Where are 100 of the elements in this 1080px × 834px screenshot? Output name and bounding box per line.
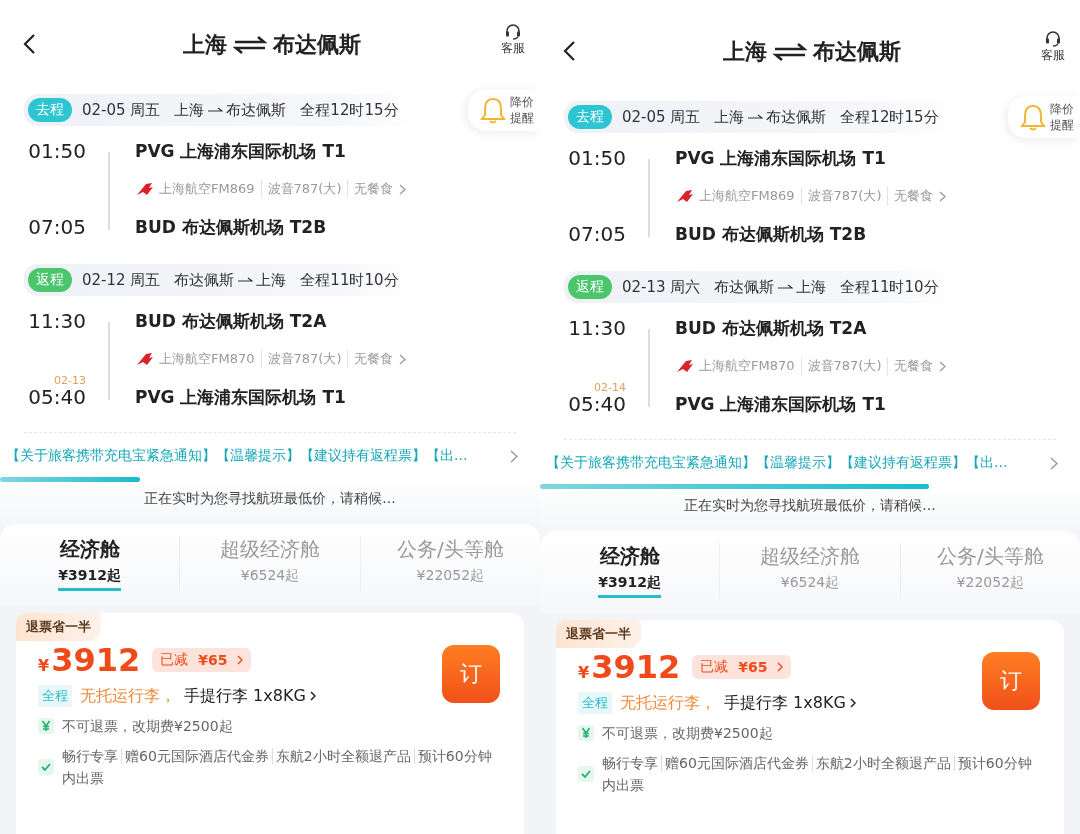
meal-info: 无餐食 (347, 180, 394, 198)
departure-time: 01:50 (27, 139, 86, 163)
flight-info-row[interactable]: 上海航空FM869 波音787(大) 无餐食 (540, 175, 1080, 217)
leg-duration: 全程12时15分 (300, 100, 399, 120)
discount-tag[interactable]: 已减 ¥65 (152, 648, 252, 672)
airline-logo-icon (137, 353, 153, 365)
carry-on-link[interactable]: 手提行李 1x8KG (184, 685, 316, 707)
meal-info: 无餐食 (347, 350, 394, 368)
route-origin: 上海 (174, 100, 205, 120)
chevron-right-icon (237, 655, 244, 665)
back-icon[interactable] (22, 33, 36, 55)
chevron-right-icon (849, 698, 856, 708)
flight-number: 上海航空FM870 (699, 357, 795, 375)
book-button[interactable]: 订 (982, 652, 1040, 710)
carry-on-link[interactable]: 手提行李 1x8KG (724, 692, 856, 714)
airline-logo-icon (677, 360, 693, 372)
leg-tag: 去程 (568, 105, 612, 129)
cabin-tab[interactable]: 超级经济舱 ¥6524起 (179, 536, 360, 591)
route-destination: 上海 (796, 277, 827, 297)
arrival-time: 07:05 (27, 215, 86, 239)
airline-logo-icon (677, 190, 693, 202)
origin-city: 上海 (723, 38, 767, 66)
arrival-time: 07:05 (567, 222, 626, 246)
refund-badge: 退票省一半 (556, 620, 641, 648)
arrival-airport: PVG 上海浦东国际机场 T1 (135, 385, 346, 409)
scope-tag: 全程 (578, 692, 612, 714)
flight-number: 上海航空FM870 (159, 350, 255, 368)
departure-time: 11:30 (567, 316, 626, 340)
origin-city: 上海 (183, 31, 227, 59)
route-destination: 布达佩斯 (226, 100, 287, 120)
leg-date: 02-12 周五 (82, 270, 161, 290)
chevron-right-icon (939, 360, 947, 372)
yen-icon (38, 718, 54, 734)
departure-airport: BUD 布达佩斯机场 T2A (675, 316, 867, 340)
customer-service-button[interactable]: 客服 (498, 23, 528, 57)
customer-service-button[interactable]: 客服 (1038, 30, 1068, 64)
departure-airport: PVG 上海浦东国际机场 T1 (135, 139, 346, 163)
leg-tag: 返程 (568, 275, 612, 299)
fare-rule-text: 畅行专享 赠60元国际酒店代金券 东航2小时全额退产品 预计60分钟内出票 (602, 754, 1033, 795)
chevron-right-icon (510, 449, 518, 463)
leg-duration: 全程11时10分 (840, 277, 939, 297)
route-destination: 上海 (256, 270, 287, 290)
swap-icon[interactable] (233, 36, 267, 54)
cabin-tab[interactable]: 公务/头等舱 ¥22052起 (359, 536, 540, 591)
leg-date: 02-05 周五 (622, 107, 701, 127)
fare-price: ¥3912 (38, 641, 141, 679)
chevron-right-icon (399, 353, 407, 365)
book-button[interactable]: 订 (442, 645, 500, 703)
leg-duration: 全程11时10分 (300, 270, 399, 290)
headset-icon (504, 23, 522, 40)
fare-price: ¥3912 (578, 648, 681, 686)
back-icon[interactable] (562, 40, 576, 62)
flight-info-row[interactable]: 上海航空FM869 波音787(大) 无餐食 (0, 168, 540, 210)
flight-number: 上海航空FM869 (159, 180, 255, 198)
destination-city: 布达佩斯 (273, 31, 361, 59)
arrival-date: 02-13 (54, 374, 86, 387)
notice-link[interactable]: 【关于旅客携带充电宝紧急通知】【温馨提示】【建议持有返程票】【出... (0, 433, 540, 477)
route-origin: 布达佩斯 (714, 277, 775, 297)
arrival-date: 02-14 (594, 381, 626, 394)
checked-baggage-note: 无托运行李， (620, 692, 716, 714)
bell-icon (479, 96, 506, 124)
check-icon (38, 759, 54, 775)
discount-tag[interactable]: 已减 ¥65 (692, 655, 792, 679)
cabin-tab[interactable]: 经济舱 ¥3912起 (540, 543, 720, 598)
yen-icon (578, 725, 594, 741)
departure-airport: PVG 上海浦东国际机场 T1 (675, 146, 886, 170)
cabin-tab[interactable]: 超级经济舱 ¥6524起 (719, 543, 900, 598)
price-alert-button[interactable]: 降价提醒 (467, 89, 540, 131)
cabin-tab[interactable]: 经济舱 ¥3912起 (0, 536, 180, 591)
arrival-airport: BUD 布达佩斯机场 T2B (675, 222, 867, 246)
check-icon (578, 766, 594, 782)
meal-info: 无餐食 (887, 187, 934, 205)
route-origin: 布达佩斯 (174, 270, 235, 290)
notice-link[interactable]: 【关于旅客携带充电宝紧急通知】【温馨提示】【建议持有返程票】【出... (540, 440, 1080, 484)
leg-tag: 去程 (28, 98, 72, 122)
scope-tag: 全程 (38, 685, 72, 707)
cabin-tab[interactable]: 公务/头等舱 ¥22052起 (899, 543, 1080, 598)
departure-airport: BUD 布达佩斯机场 T2A (135, 309, 327, 333)
price-alert-button[interactable]: 降价提醒 (1007, 96, 1080, 138)
aircraft-type: 波音787(大) (800, 357, 882, 375)
airline-logo-icon (137, 183, 153, 195)
departure-time: 01:50 (567, 146, 626, 170)
arrival-time: 05:40 (27, 385, 86, 409)
arrival-time: 05:40 (567, 392, 626, 416)
route-origin: 上海 (714, 107, 745, 127)
route-destination: 布达佩斯 (766, 107, 827, 127)
chevron-right-icon (939, 190, 947, 202)
aircraft-type: 波音787(大) (260, 350, 342, 368)
fare-rule-text: 不可退票，改期费¥2500起 (602, 724, 773, 743)
refund-badge: 退票省一半 (16, 613, 101, 641)
destination-city: 布达佩斯 (813, 38, 901, 66)
fare-rule-text: 畅行专享 赠60元国际酒店代金券 东航2小时全额退产品 预计60分钟内出票 (62, 747, 493, 788)
leg-duration: 全程12时15分 (840, 107, 939, 127)
leg-date: 02-05 周五 (82, 100, 161, 120)
loading-message: 正在实时为您寻找航班最低价，请稍候... (143, 489, 397, 508)
leg-date: 02-13 周六 (622, 277, 701, 297)
arrival-airport: BUD 布达佩斯机场 T2B (135, 215, 327, 239)
swap-icon[interactable] (773, 43, 807, 61)
bell-icon (1019, 103, 1046, 131)
departure-time: 11:30 (27, 309, 86, 333)
